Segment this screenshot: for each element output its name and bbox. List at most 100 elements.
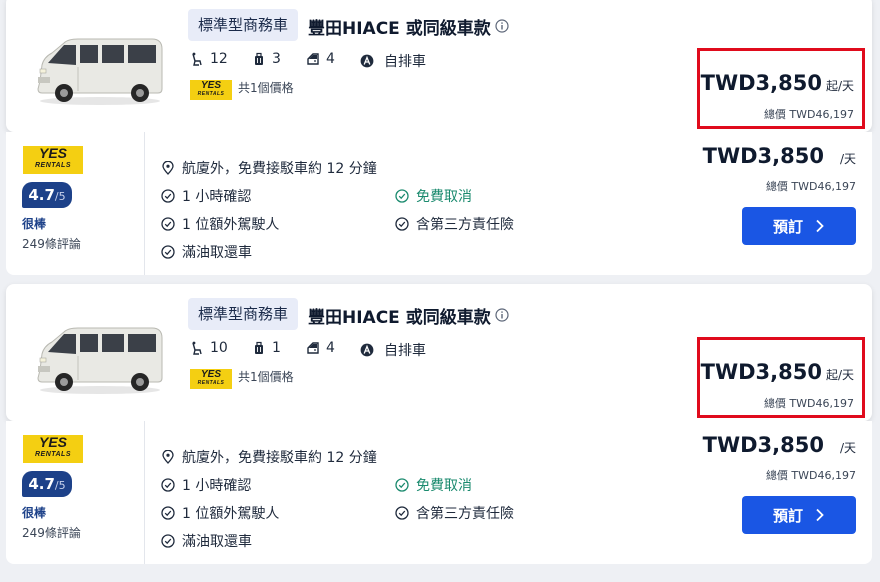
- feature-insurance: 含第三方責任險: [395, 214, 514, 234]
- spec-seats: 12: [190, 51, 228, 67]
- rating-badge: 4.7/5: [22, 182, 72, 208]
- feature-fuel: 滿油取還車: [161, 531, 252, 551]
- yes-rentals-logo: YES RENTALS: [190, 80, 232, 100]
- door-icon: [307, 53, 319, 65]
- from-price: TWD3,850: [700, 360, 822, 384]
- price-count[interactable]: 共1個價格: [238, 79, 294, 96]
- vendor-offer-row: YES RENTALS 4.7/5 很棒 249條評論 航廈外，免費接駁車約 1…: [6, 421, 872, 564]
- rating-score: 4.7: [28, 186, 55, 204]
- automatic-transmission-icon: [360, 343, 374, 357]
- feature-confirm-text: 1 小時確認: [182, 478, 252, 494]
- feature-driver-text: 1 位額外駕駛人: [182, 506, 280, 522]
- spec-doors: 4: [306, 51, 335, 67]
- feature-free-cancel: 免費取消: [395, 186, 472, 206]
- check-circle-icon: [161, 478, 175, 492]
- check-circle-icon: [395, 189, 409, 203]
- feature-free-cancel-text: 免費取消: [416, 189, 472, 205]
- price-count[interactable]: 共1個價格: [238, 368, 294, 385]
- bags-count: 1: [272, 340, 281, 356]
- from-price-total: 總價 TWD46,197: [763, 108, 854, 121]
- vendor-offer-row: YES RENTALS 4.7/5 很棒 249條評論 航廈外，免費接駁車約 1…: [6, 132, 872, 275]
- check-circle-icon: [161, 506, 175, 520]
- check-circle-icon: [395, 506, 409, 520]
- offer-price: TWD3,850: [702, 144, 824, 168]
- feature-confirm-text: 1 小時確認: [182, 189, 252, 205]
- spec-seats: 10: [190, 340, 228, 356]
- car-summary-card[interactable]: 標準型商務車 豐田HIACE 或同級車款 12 3 4 自排車 YES RENT…: [6, 0, 872, 132]
- spec-bags: 3: [252, 51, 281, 67]
- check-circle-icon: [161, 534, 175, 548]
- doors-count: 4: [326, 340, 335, 356]
- yes-rentals-logo: YES RENTALS: [190, 369, 232, 389]
- vendor-info: YES RENTALS 4.7/5 很棒 249條評論: [6, 132, 145, 275]
- rating-max: /5: [54, 190, 66, 203]
- offer-price-unit: /天: [839, 152, 856, 166]
- vendor-logo: YES RENTALS: [23, 146, 83, 174]
- location-pin-icon: [162, 450, 174, 464]
- feature-insurance: 含第三方責任險: [395, 503, 514, 523]
- price-summary-highlight[interactable]: TWD3,850 起/天 總價 TWD46,197: [697, 337, 865, 418]
- rating-word: 很棒: [22, 506, 47, 520]
- rating-badge: 4.7/5: [22, 471, 72, 497]
- car-summary-card[interactable]: 標準型商務車 豐田HIACE 或同級車款 10 1 4 自排車 YES RENT…: [6, 284, 872, 421]
- luggage-icon: [255, 341, 263, 354]
- feature-confirm: 1 小時確認: [161, 186, 251, 206]
- book-button-label: 預訂: [772, 217, 803, 236]
- spec-transmission: 自排車: [360, 340, 426, 360]
- book-button[interactable]: 預訂: [742, 207, 856, 245]
- feature-insurance-text: 含第三方責任險: [416, 217, 514, 233]
- doors-count: 4: [326, 51, 335, 67]
- car-title[interactable]: 豐田HIACE 或同級車款: [308, 14, 491, 39]
- bags-count: 3: [272, 51, 281, 67]
- rating-score: 4.7: [28, 475, 55, 493]
- feature-driver: 1 位額外駕駛人: [161, 503, 279, 523]
- automatic-transmission-icon: [360, 54, 374, 68]
- spec-bags: 1: [252, 340, 281, 356]
- check-circle-icon: [161, 217, 175, 231]
- car-title[interactable]: 豐田HIACE 或同級車款: [308, 303, 491, 328]
- feature-location-text: 航廈外，免費接駁車約 12 分鐘: [182, 161, 377, 177]
- seats-count: 10: [210, 340, 228, 356]
- feature-fuel-text: 滿油取還車: [182, 534, 252, 550]
- car-seat-icon: [192, 341, 202, 355]
- info-icon[interactable]: [495, 308, 509, 322]
- location-pin-icon: [162, 161, 174, 175]
- door-icon: [307, 342, 319, 354]
- chevron-right-icon: [816, 219, 824, 233]
- luggage-icon: [255, 52, 263, 65]
- review-count[interactable]: 249條評論: [22, 524, 81, 541]
- book-button[interactable]: 預訂: [742, 496, 856, 534]
- info-icon[interactable]: [495, 19, 509, 33]
- feature-driver-text: 1 位額外駕駛人: [182, 217, 280, 233]
- feature-free-cancel-text: 免費取消: [416, 478, 472, 494]
- transmission-type: 自排車: [384, 54, 426, 70]
- spec-doors: 4: [306, 340, 335, 356]
- car-category-badge: 標準型商務車: [188, 298, 299, 330]
- feature-location-text: 航廈外，免費接駁車約 12 分鐘: [182, 450, 377, 466]
- check-circle-icon: [161, 189, 175, 203]
- from-price-total: 總價 TWD46,197: [763, 397, 854, 410]
- feature-insurance-text: 含第三方責任險: [416, 506, 514, 522]
- offer-price-unit: /天: [839, 441, 856, 455]
- price-summary-highlight[interactable]: TWD3,850 起/天 總價 TWD46,197: [697, 48, 865, 129]
- feature-confirm: 1 小時確認: [161, 475, 251, 495]
- spec-transmission: 自排車: [360, 51, 426, 71]
- chevron-right-icon: [816, 508, 824, 522]
- offer-price-total: 總價 TWD46,197: [765, 180, 856, 193]
- offer-price: TWD3,850: [702, 433, 824, 457]
- car-seat-icon: [192, 52, 202, 66]
- book-button-label: 預訂: [772, 506, 803, 525]
- car-category-badge: 標準型商務車: [188, 9, 299, 41]
- feature-fuel: 滿油取還車: [161, 242, 252, 262]
- feature-driver: 1 位額外駕駛人: [161, 214, 279, 234]
- review-count[interactable]: 249條評論: [22, 235, 81, 252]
- from-price-unit: 起/天: [825, 79, 854, 93]
- check-circle-icon: [395, 478, 409, 492]
- rating-max: /5: [54, 479, 66, 492]
- check-circle-icon: [395, 217, 409, 231]
- offer-price-total: 總價 TWD46,197: [765, 469, 856, 482]
- vendor-logo: YES RENTALS: [23, 435, 83, 463]
- from-price-unit: 起/天: [825, 368, 854, 382]
- vendor-info: YES RENTALS 4.7/5 很棒 249條評論: [6, 421, 145, 564]
- feature-location: 航廈外，免費接駁車約 12 分鐘: [161, 158, 377, 178]
